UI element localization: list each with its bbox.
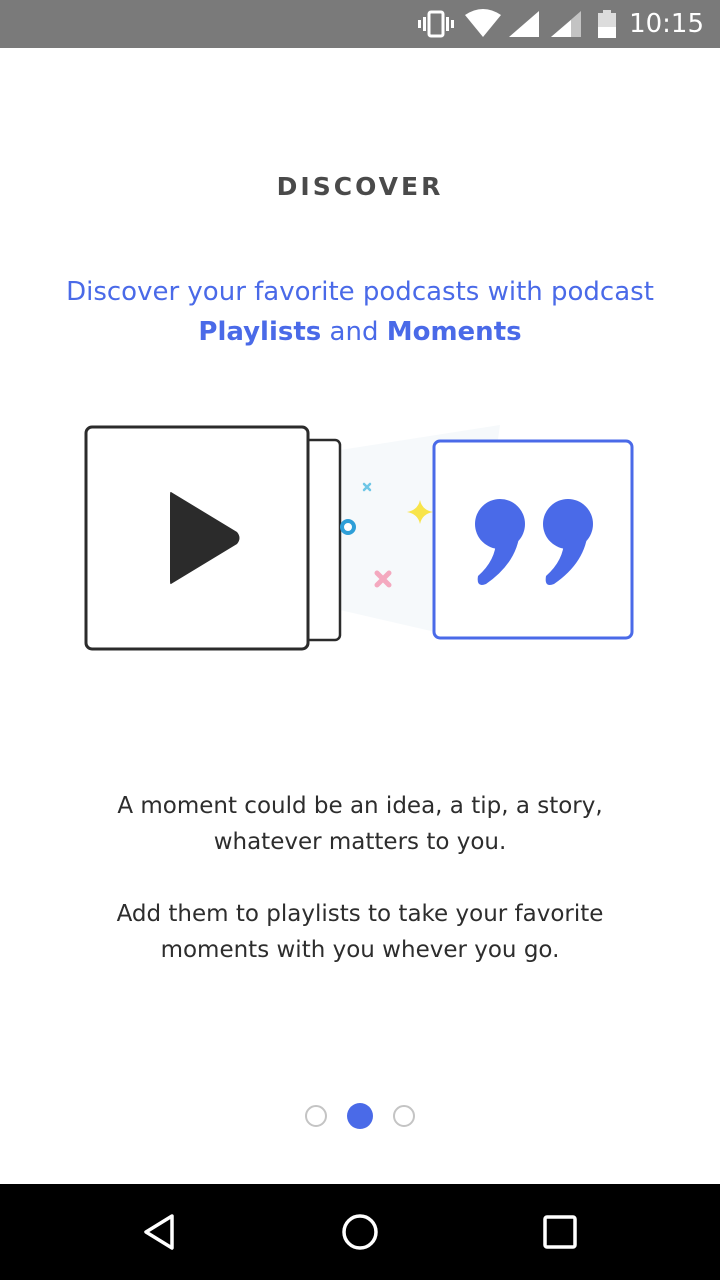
description-1-line-1: A moment could be an idea, a tip, a stor… <box>117 793 603 819</box>
description-2-line-2: moments with you whever you go. <box>160 937 560 963</box>
wifi-icon <box>463 9 503 39</box>
vibrate-icon <box>417 9 455 39</box>
signal-icon <box>549 9 583 39</box>
headline-moments: Moments <box>386 317 522 347</box>
section-title: DISCOVER <box>276 172 444 201</box>
recents-icon <box>543 1215 577 1249</box>
page-indicator <box>0 1103 720 1129</box>
status-bar: 10:15 <box>0 0 720 48</box>
headline-line-1: Discover your favorite podcasts with pod… <box>66 277 654 307</box>
illustration <box>84 425 634 651</box>
sparkle-blue-ring <box>340 519 356 535</box>
signal-icon <box>507 9 541 39</box>
page-dot-1[interactable] <box>305 1105 327 1127</box>
back-icon <box>144 1214 174 1250</box>
description-1-line-2: whatever matters to you. <box>213 829 507 855</box>
home-button[interactable] <box>336 1208 384 1256</box>
description-2-line-1: Add them to playlists to take your favor… <box>116 901 604 927</box>
description-2: Add them to playlists to take your favor… <box>60 896 660 968</box>
status-icons: 10:15 <box>417 0 704 48</box>
headline: Discover your favorite podcasts with pod… <box>20 272 700 352</box>
page-dot-3[interactable] <box>393 1105 415 1127</box>
navigation-bar <box>0 1184 720 1280</box>
recents-button[interactable] <box>536 1208 584 1256</box>
quote-card <box>432 439 634 640</box>
headline-line-2: Playlists and Moments <box>20 312 700 352</box>
headline-and: and <box>329 317 379 347</box>
home-icon <box>342 1214 378 1250</box>
headline-playlists: Playlists <box>198 317 322 347</box>
status-time: 10:15 <box>629 9 704 39</box>
description-1: A moment could be an idea, a tip, a stor… <box>60 788 660 860</box>
battery-icon <box>597 9 617 39</box>
back-button[interactable] <box>136 1208 184 1256</box>
page-dot-2-active[interactable] <box>347 1103 373 1129</box>
